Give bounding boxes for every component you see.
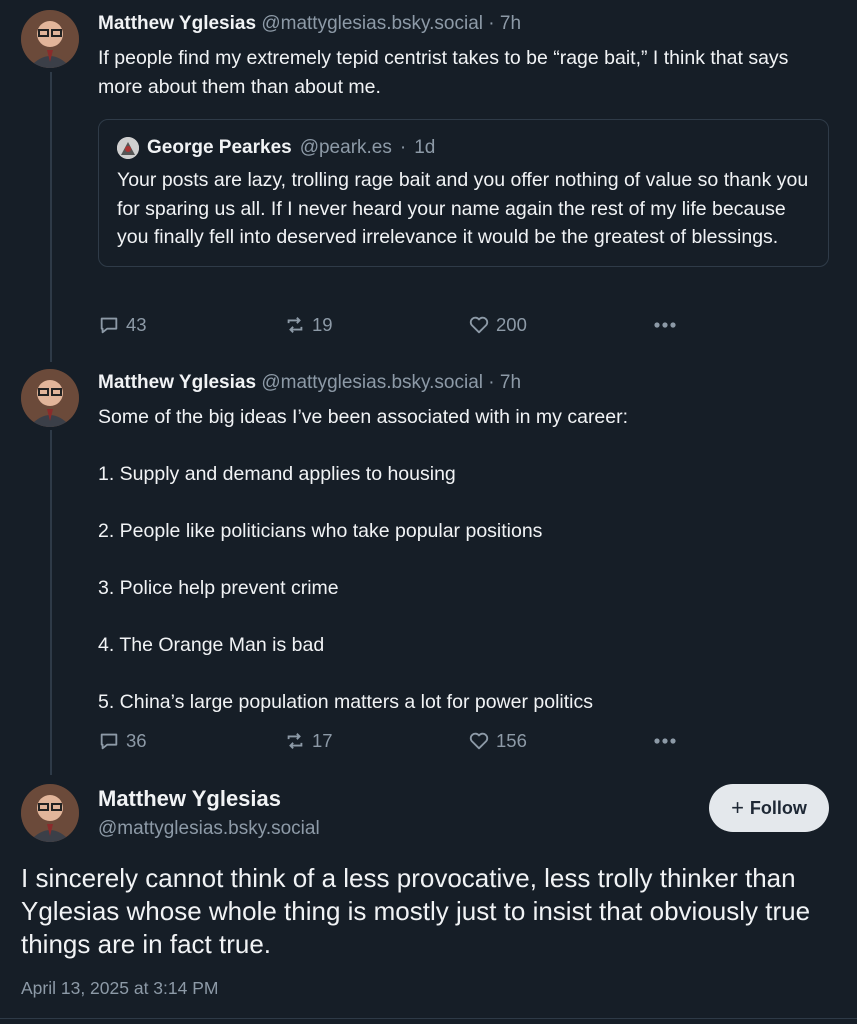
post-line: 4. The Orange Man is bad: [98, 634, 325, 656]
like-button[interactable]: 156: [468, 730, 527, 752]
divider: [0, 1018, 857, 1019]
author-name[interactable]: Matthew Yglesias: [98, 372, 256, 393]
post-line: 1. Supply and demand applies to housing: [98, 463, 456, 485]
quote-text: Your posts are lazy, trolling rage bait …: [117, 169, 809, 248]
author-handle[interactable]: @mattyglesias.bsky.social: [261, 372, 483, 393]
main-post-text: I sincerely cannot think of a less provo…: [21, 863, 811, 959]
reply-button[interactable]: 36: [98, 730, 147, 752]
reply-button[interactable]: 43: [98, 314, 147, 336]
post-time[interactable]: 7h: [500, 13, 521, 34]
post-line: 3. Police help prevent crime: [98, 577, 339, 599]
reply-icon: [100, 733, 118, 750]
meta-separator: ·: [488, 13, 495, 34]
repost-icon: [287, 733, 303, 749]
main-author-handle[interactable]: @mattyglesias.bsky.social: [98, 818, 320, 840]
reply-icon: [100, 317, 118, 334]
post-actions: 43 19 200: [98, 312, 798, 338]
repost-button[interactable]: 17: [284, 730, 333, 752]
reply-count: 36: [126, 730, 147, 751]
post-text: Some of the big ideas I’ve been associat…: [98, 403, 828, 717]
like-button[interactable]: 200: [468, 314, 527, 336]
meta-separator: ·: [399, 137, 407, 158]
repost-icon: [287, 317, 303, 333]
repost-button[interactable]: 19: [284, 314, 333, 336]
thread-line: [50, 430, 52, 775]
quote-meta: George Pearkes @peark.es · 1d: [117, 136, 810, 160]
reply-count: 43: [126, 314, 147, 335]
quote-post[interactable]: George Pearkes @peark.es · 1d Your posts…: [98, 119, 829, 267]
meta-separator: ·: [488, 372, 495, 393]
thread-line: [50, 72, 52, 362]
quote-avatar: [117, 137, 139, 159]
post: Matthew Yglesias @mattyglesias.bsky.soci…: [98, 12, 833, 267]
plus-icon: +: [731, 795, 744, 820]
quote-author-name[interactable]: George Pearkes: [147, 136, 292, 160]
post-text: If people find my extremely tepid centri…: [98, 47, 789, 98]
like-count: 200: [496, 314, 527, 335]
post-time[interactable]: 7h: [500, 372, 521, 393]
avatar[interactable]: [21, 369, 79, 427]
avatar[interactable]: [21, 10, 79, 68]
follow-button[interactable]: + Follow: [709, 784, 829, 832]
quote-time[interactable]: 1d: [414, 136, 435, 160]
post-meta: Matthew Yglesias @mattyglesias.bsky.soci…: [98, 371, 833, 395]
post-actions: 36 17 156: [98, 728, 798, 754]
more-button[interactable]: [652, 314, 678, 336]
heart-icon: [469, 316, 489, 334]
follow-label: Follow: [749, 797, 807, 818]
repost-count: 17: [312, 730, 333, 751]
main-author-name[interactable]: Matthew Yglesias: [98, 786, 281, 812]
post: Matthew Yglesias @mattyglesias.bsky.soci…: [98, 371, 833, 717]
post-line: Some of the big ideas I’ve been associat…: [98, 406, 629, 428]
more-icon: [654, 738, 676, 744]
heart-icon: [469, 732, 489, 750]
post-line: 5. China’s large population matters a lo…: [98, 691, 593, 713]
avatar[interactable]: [21, 784, 79, 842]
post-date[interactable]: April 13, 2025 at 3:14 PM: [21, 978, 218, 999]
quote-author-handle[interactable]: @peark.es: [300, 136, 392, 160]
post-meta: Matthew Yglesias @mattyglesias.bsky.soci…: [98, 12, 833, 36]
more-icon: [654, 322, 676, 328]
more-button[interactable]: [652, 730, 678, 752]
like-count: 156: [496, 730, 527, 751]
repost-count: 19: [312, 314, 333, 335]
author-handle[interactable]: @mattyglesias.bsky.social: [261, 13, 483, 34]
author-name[interactable]: Matthew Yglesias: [98, 13, 256, 34]
post-line: 2. People like politicians who take popu…: [98, 520, 543, 542]
